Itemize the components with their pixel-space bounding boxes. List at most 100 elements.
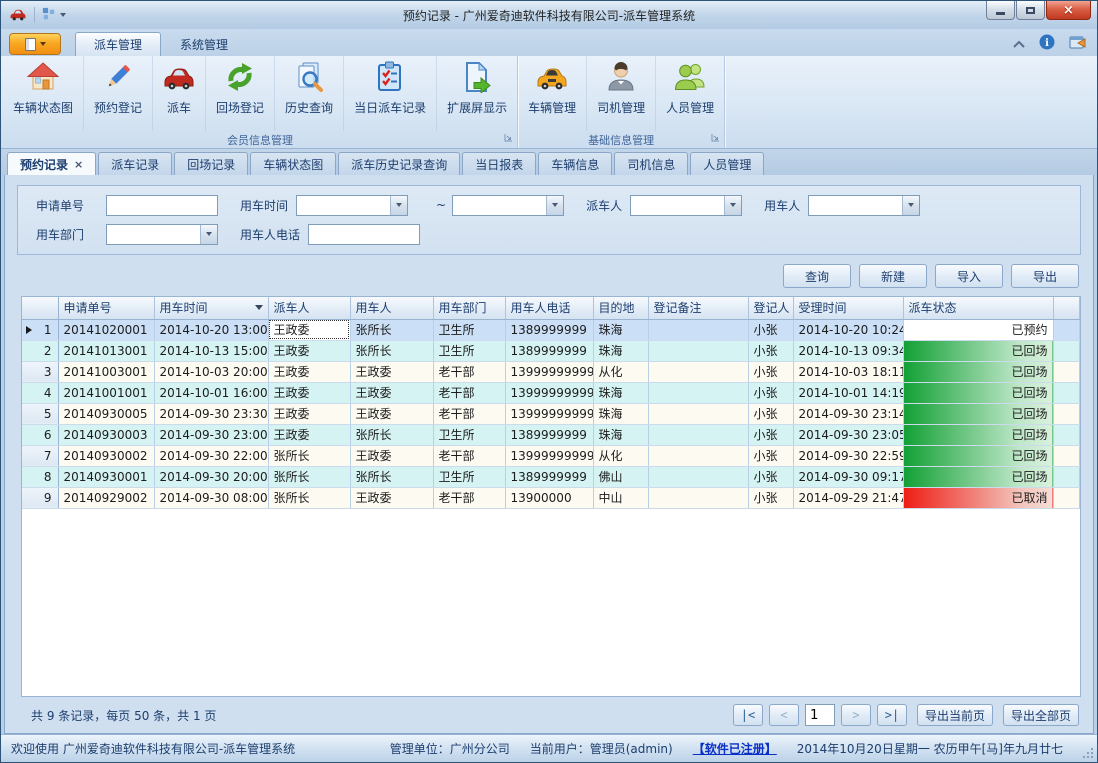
status-cell-returned[interactable]: 已回场 [903,403,1053,424]
column-header-用车人[interactable]: 用车人 [350,297,433,319]
filter-combo[interactable] [808,195,920,216]
grid-cell[interactable]: 20140930001 [58,466,154,487]
filter-text-input[interactable] [106,195,218,216]
combo-dropdown-button[interactable] [902,196,919,215]
dialog-launcher-icon[interactable] [504,132,513,145]
collapse-ribbon-icon[interactable] [1013,37,1025,51]
resize-grip-icon[interactable] [1081,746,1093,758]
grid-cell[interactable]: 13999999999 [505,382,593,403]
filter-text-input[interactable] [308,224,420,245]
grid-cell[interactable]: 2014-09-30 08:00 [154,487,268,508]
table-row[interactable]: 4201410010012014-10-01 16:00王政委王政委老干部139… [22,382,1080,403]
column-header-目的地[interactable]: 目的地 [593,297,648,319]
grid-cell[interactable]: 卫生所 [433,466,505,487]
ribbon-button-people[interactable]: 人员管理 [656,56,724,131]
skin-style-icon[interactable] [1069,34,1087,53]
filter-combo[interactable] [106,224,218,245]
grid-cell[interactable]: 张所长 [268,487,350,508]
grid-cell[interactable]: 20140930005 [58,403,154,424]
grid-cell[interactable]: 1389999999 [505,340,593,361]
grid-cell[interactable]: 2014-10-01 14:19 [793,382,903,403]
grid-cell[interactable]: 老干部 [433,445,505,466]
grid-cell[interactable]: 从化 [593,361,648,382]
grid-cell[interactable]: 2014-10-20 13:00 [154,319,268,340]
grid-cell[interactable]: 20140930002 [58,445,154,466]
grid-cell[interactable]: 小张 [748,466,793,487]
column-header-登记备注[interactable]: 登记备注 [648,297,748,319]
grid-cell[interactable] [648,466,748,487]
grid-cell[interactable]: 2014-10-13 15:00 [154,340,268,361]
grid-cell[interactable]: 13999999999 [505,445,593,466]
grid-cell[interactable]: 王政委 [350,382,433,403]
combo-dropdown-button[interactable] [546,196,563,215]
combo-dropdown-button[interactable] [200,225,217,244]
doc-tab-8[interactable]: 人员管理 [690,152,764,175]
grid-cell[interactable]: 王政委 [350,445,433,466]
grid-cell[interactable]: 20141001001 [58,382,154,403]
grid-cell[interactable]: 小张 [748,445,793,466]
column-header-派车人[interactable]: 派车人 [268,297,350,319]
grid-cell[interactable] [648,319,748,340]
doc-tab-7[interactable]: 司机信息 [614,152,688,175]
row-indicator[interactable]: 3 [22,361,58,382]
grid-cell[interactable]: 佛山 [593,466,648,487]
grid-cell[interactable]: 老干部 [433,361,505,382]
column-header-登记人[interactable]: 登记人 [748,297,793,319]
export-current-page-button[interactable]: 导出当前页 [917,704,993,726]
row-indicator[interactable]: 6 [22,424,58,445]
grid-cell[interactable]: 小张 [748,319,793,340]
restore-button[interactable] [1016,1,1045,20]
doc-tab-1[interactable]: 派车记录 [98,152,172,175]
grid-cell[interactable]: 2014-09-30 23:05 [793,424,903,445]
grid-cell[interactable]: 王政委 [350,487,433,508]
row-indicator[interactable]: 5 [22,403,58,424]
grid-cell[interactable]: 老干部 [433,403,505,424]
grid-cell[interactable]: 2014-09-30 22:00 [154,445,268,466]
doc-tab-2[interactable]: 回场记录 [174,152,248,175]
grid-cell[interactable]: 20141013001 [58,340,154,361]
grid-cell[interactable]: 珠海 [593,340,648,361]
doc-tab-0[interactable]: 预约记录× [7,152,96,175]
column-header-派车状态[interactable]: 派车状态 [903,297,1053,319]
dialog-launcher-icon[interactable] [711,132,720,145]
row-indicator[interactable]: 9 [22,487,58,508]
close-tab-icon[interactable]: × [74,158,83,171]
row-indicator[interactable]: 2 [22,340,58,361]
row-indicator[interactable]: 8 [22,466,58,487]
minimize-button[interactable] [986,1,1015,20]
table-row[interactable]: 9201409290022014-09-30 08:00张所长王政委老干部139… [22,487,1080,508]
grid-cell[interactable]: 2014-09-30 22:59 [793,445,903,466]
grid-cell[interactable]: 2014-10-03 18:11 [793,361,903,382]
combo-dropdown-button[interactable] [390,196,407,215]
status-cell-cancelled[interactable]: 已取消 [903,487,1053,508]
grid-cell[interactable]: 张所长 [350,424,433,445]
grid-cell[interactable]: 王政委 [268,403,350,424]
grid-cell[interactable]: 王政委 [350,361,433,382]
doc-tab-3[interactable]: 车辆状态图 [250,152,336,175]
grid-cell[interactable]: 珠海 [593,319,648,340]
grid-cell[interactable]: 2014-09-30 23:30 [154,403,268,424]
grid-cell[interactable]: 2014-09-30 09:17 [793,466,903,487]
grid-cell[interactable]: 中山 [593,487,648,508]
app-car-icon[interactable] [9,6,27,25]
grid-cell[interactable]: 2014-10-03 20:00 [154,361,268,382]
grid-cell[interactable]: 2014-09-30 20:00 [154,466,268,487]
status-cell-returned[interactable]: 已回场 [903,466,1053,487]
ribbon-tab-system[interactable]: 系统管理 [161,32,247,56]
grid-cell[interactable]: 2014-09-30 23:14 [793,403,903,424]
column-header-用车部门[interactable]: 用车部门 [433,297,505,319]
grid-cell[interactable]: 20140930003 [58,424,154,445]
doc-tab-4[interactable]: 派车历史记录查询 [338,152,460,175]
ribbon-button-red-car[interactable]: 派车 [153,56,206,131]
grid-cell[interactable]: 小张 [748,361,793,382]
prev-page-button[interactable]: < [769,704,799,726]
next-page-button[interactable]: > [841,704,871,726]
grid-cell[interactable]: 2014-09-30 23:00 [154,424,268,445]
row-indicator[interactable]: 1 [22,319,58,340]
grid-cell[interactable] [648,445,748,466]
grid-cell[interactable]: 王政委 [268,382,350,403]
grid-cell[interactable]: 20141020001 [58,319,154,340]
grid-cell[interactable]: 1389999999 [505,466,593,487]
grid-cell[interactable]: 2014-10-01 16:00 [154,382,268,403]
ribbon-button-yellow-car[interactable]: 车辆管理 [518,56,587,131]
